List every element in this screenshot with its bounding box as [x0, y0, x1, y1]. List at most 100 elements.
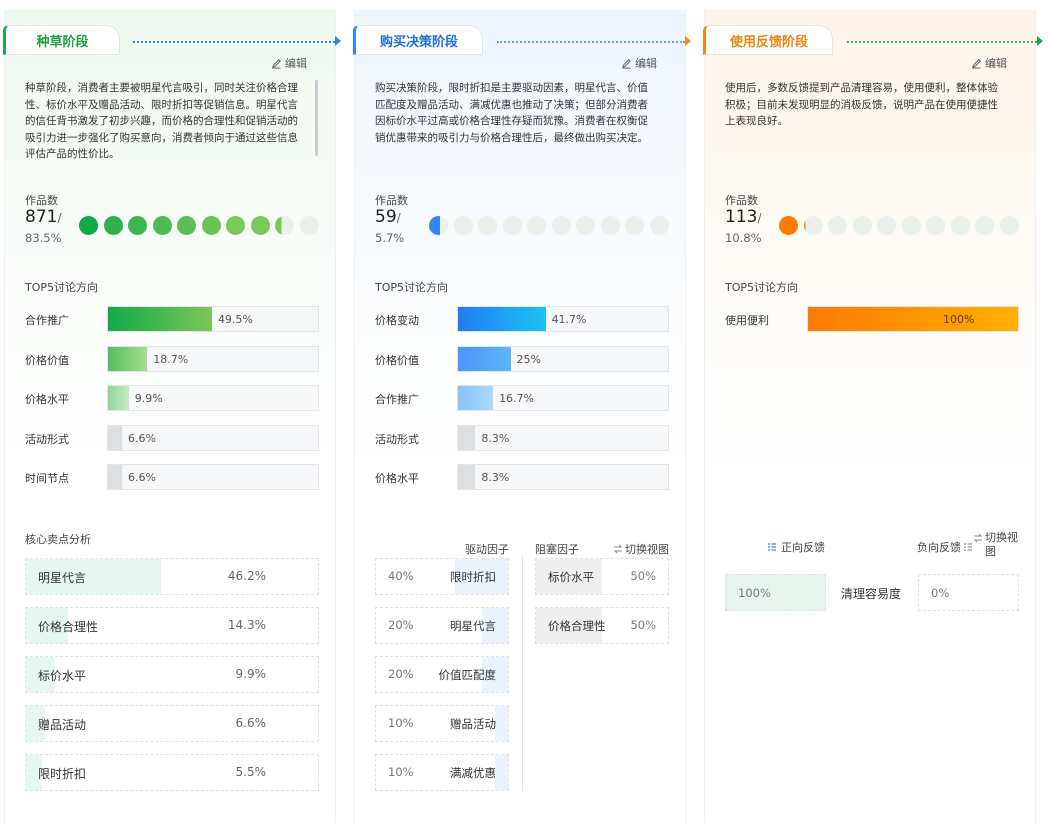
pencil-icon	[272, 58, 281, 69]
selling-point-value: 14.3%	[227, 618, 266, 632]
count-label: 作品数	[725, 194, 758, 207]
topic-bar-track: 41.7%	[457, 306, 669, 332]
driver-label: 限时折扣	[450, 570, 496, 584]
top5-title: TOP5讨论方向	[375, 281, 449, 294]
description-scrollbar[interactable]	[315, 80, 318, 156]
gauge-dot	[877, 216, 896, 235]
switch-view-button[interactable]: 切换视图	[973, 531, 1023, 559]
gauge-dot	[453, 216, 473, 235]
count-slash: /	[757, 211, 762, 225]
count-label: 作品数	[375, 194, 408, 207]
topic-bar	[458, 346, 511, 371]
driver-percent: 10%	[388, 765, 414, 779]
gauge-dot	[852, 216, 872, 235]
topic-label: 活动形式	[25, 432, 69, 446]
gauge-dot	[201, 216, 221, 235]
gauge-dot	[779, 216, 798, 235]
count-value: 871/	[25, 207, 62, 227]
negative-feedback-header: 负向反馈	[917, 539, 975, 555]
gauge-dot	[103, 216, 123, 235]
topic-bar	[108, 465, 122, 489]
driver-row[interactable]: 40% 限时折扣	[375, 558, 509, 595]
gauge-dot	[79, 216, 98, 235]
driver-percent: 20%	[388, 667, 414, 681]
count-slash: /	[396, 211, 401, 225]
topic-row: 合作推广 49.5%	[25, 306, 319, 332]
topic-label: 时间节点	[25, 472, 69, 485]
gauge-dot	[128, 216, 147, 235]
selling-point-row[interactable]: 明星代言 46.2%	[25, 558, 319, 595]
driver-row[interactable]: 10% 赠品活动	[375, 705, 509, 742]
topic-bar-track: 9.9%	[107, 385, 319, 411]
count-dot-gauge	[779, 216, 1019, 238]
topic-row: 合作推广 16.7%	[375, 385, 669, 411]
selling-point-row[interactable]: 价格合理性 14.3%	[25, 607, 319, 644]
edit-button[interactable]: 编辑	[971, 55, 1007, 71]
topic-bar	[108, 307, 212, 331]
gauge-dot	[502, 216, 522, 235]
selling-point-row[interactable]: 赠品活动 6.6%	[25, 705, 319, 742]
topic-bar-track: 49.5%	[107, 306, 319, 332]
driver-bar	[494, 755, 508, 790]
edit-button[interactable]: 编辑	[621, 55, 657, 71]
gauge-dot	[600, 216, 620, 235]
topic-label: 价格水平	[25, 393, 69, 406]
stage-tab[interactable]: 种草阶段	[3, 25, 120, 55]
driver-label: 满减优惠	[450, 766, 496, 780]
count-value: 59/	[375, 207, 401, 227]
blocker-row[interactable]: 标价水平 50%	[535, 558, 669, 595]
flow-arrow-icon	[1037, 36, 1043, 46]
gauge-dot	[527, 216, 546, 235]
topic-label: 使用便利	[725, 314, 769, 327]
topic-bar-track: 8.3%	[457, 424, 669, 451]
topic-bar-track: 6.6%	[107, 424, 319, 451]
gauge-dot	[478, 216, 497, 235]
section-title: 核心卖点分析	[25, 533, 91, 546]
topic-bar	[458, 425, 476, 450]
gauge-dot	[926, 216, 945, 235]
gauge-dot	[975, 216, 994, 235]
count-percent: 83.5%	[25, 231, 62, 245]
pencil-icon	[972, 58, 981, 69]
topic-bar-track: 18.7%	[107, 345, 319, 372]
gauge-dot	[429, 216, 448, 235]
topic-label: 合作推广	[375, 393, 419, 406]
gauge-dot	[803, 216, 823, 235]
flow-connector	[847, 41, 1037, 43]
switch-icon	[613, 544, 623, 554]
topic-bar	[458, 307, 546, 331]
topic-bar-track: 8.3%	[457, 464, 669, 490]
selling-point-row[interactable]: 标价水平 9.9%	[25, 656, 319, 693]
driver-row[interactable]: 20% 价值匹配度	[375, 656, 509, 693]
edit-button[interactable]: 编辑	[271, 55, 307, 71]
topic-value: 9.9%	[134, 392, 163, 405]
selling-point-value: 46.2%	[227, 569, 266, 583]
pencil-icon	[622, 58, 631, 69]
gauge-dot	[226, 216, 245, 235]
selling-point-row[interactable]: 限时折扣 5.5%	[25, 754, 319, 791]
blocker-row[interactable]: 价格合理性 50%	[535, 607, 669, 644]
topic-bar	[808, 307, 1018, 331]
top5-title: TOP5讨论方向	[25, 281, 99, 294]
selling-point-value: 9.9%	[235, 667, 267, 681]
topic-value: 100%	[943, 313, 975, 326]
gauge-dot	[299, 216, 319, 235]
topic-row: 价格价值 25%	[375, 345, 669, 372]
positive-feedback-header: 正向反馈	[767, 539, 825, 555]
driver-row[interactable]: 20% 明星代言	[375, 607, 509, 644]
stage-tab[interactable]: 使用反馈阶段	[703, 25, 833, 55]
switch-view-button[interactable]: 切换视图	[613, 541, 669, 557]
gauge-dot	[828, 216, 847, 235]
driver-row[interactable]: 10% 满减优惠	[375, 754, 509, 791]
topic-value: 8.3%	[481, 471, 510, 484]
flow-arrow-icon	[685, 36, 691, 46]
count-dot-gauge	[79, 216, 319, 238]
stage-tab[interactable]: 购买决策阶段	[353, 25, 483, 55]
selling-point-label: 标价水平	[38, 669, 87, 683]
driver-bar	[494, 706, 508, 741]
gauge-dot	[152, 216, 172, 235]
flow-connector	[497, 41, 685, 43]
flow-arrow-icon	[335, 36, 341, 46]
selling-point-label: 价格合理性	[38, 620, 99, 634]
topic-bar	[108, 425, 122, 450]
